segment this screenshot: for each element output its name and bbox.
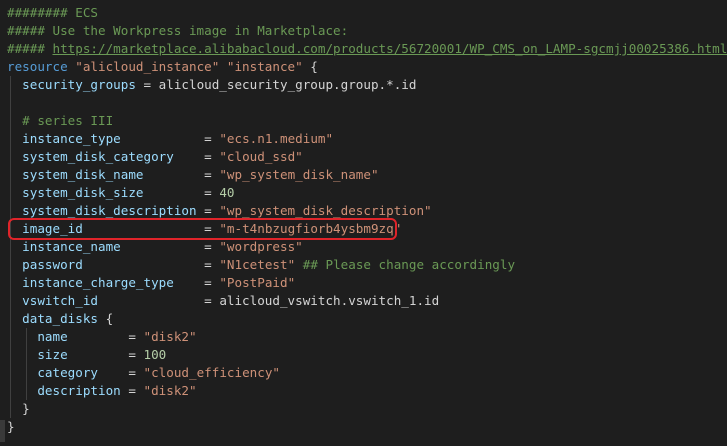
code-line: name = "disk2" bbox=[7, 328, 197, 346]
code-line: vswitch_id = alicloud_vswitch.vswitch_1.… bbox=[7, 292, 439, 310]
code-token-prop: system_disk_category bbox=[22, 149, 174, 164]
code-token-prop: size bbox=[37, 347, 68, 362]
code-token-plain: = bbox=[143, 185, 220, 200]
code-line: size = 100 bbox=[7, 346, 166, 364]
code-line: category = "cloud_efficiency" bbox=[7, 364, 280, 382]
code-line: # series III bbox=[7, 112, 113, 130]
code-token-prop: instance_name bbox=[22, 239, 121, 254]
code-line: resource "alicloud_instance" "instance" … bbox=[7, 58, 318, 76]
code-editor[interactable]: ######## ECS ##### Use the Workpress imag… bbox=[0, 0, 727, 446]
indent-guide-data-disks bbox=[26, 328, 27, 400]
code-token-plain: = bbox=[67, 347, 144, 362]
code-token-plain: = alicloud_vswitch.vswitch_1.id bbox=[98, 293, 440, 308]
code-token-plain: { bbox=[302, 59, 318, 74]
code-token-plain: } bbox=[7, 419, 15, 434]
code-token-prop: system_disk_size bbox=[22, 185, 144, 200]
code-line: ######## ECS bbox=[7, 4, 98, 22]
code-token-prop: name bbox=[37, 329, 68, 344]
code-token-plain: = bbox=[120, 239, 220, 254]
code-token-prop: description bbox=[37, 383, 121, 398]
gutter-marker bbox=[0, 420, 5, 442]
code-line: data_disks { bbox=[7, 310, 113, 328]
code-token-string: "disk2" bbox=[143, 329, 197, 344]
code-token-prop: password bbox=[22, 257, 83, 272]
code-token-plain: = alicloud_security_group.group.*.id bbox=[135, 77, 417, 92]
code-token-plain: = bbox=[173, 275, 220, 290]
code-token-string: "disk2" bbox=[143, 383, 197, 398]
code-token-prop: security_groups bbox=[22, 77, 136, 92]
code-token-prop: system_disk_description bbox=[22, 203, 197, 218]
code-token-plain: = bbox=[143, 167, 220, 182]
code-token-comment: ## Please change accordingly bbox=[295, 257, 516, 272]
code-token-plain: = bbox=[173, 149, 220, 164]
code-line: security_groups = alicloud_security_grou… bbox=[7, 76, 416, 94]
code-line: ##### https://marketplace.alibabacloud.c… bbox=[7, 40, 727, 58]
code-token-prop: vswitch_id bbox=[22, 293, 98, 308]
image-id-highlight-box bbox=[8, 218, 397, 240]
code-token-prop: instance_charge_type bbox=[22, 275, 174, 290]
code-token-string: "cloud_efficiency" bbox=[143, 365, 280, 380]
code-token-prop: system_disk_name bbox=[22, 167, 144, 182]
code-line: password = "N1cetest" ## Please change a… bbox=[7, 256, 515, 274]
code-token-prop: category bbox=[37, 365, 99, 380]
code-token-comment: # series III bbox=[7, 113, 114, 128]
code-line: instance_name = "wordpress" bbox=[7, 238, 303, 256]
code-token-plain: = bbox=[67, 329, 144, 344]
code-token-string: "ecs.n1.medium" bbox=[219, 131, 334, 146]
code-token-link[interactable]: https://marketplace.alibabacloud.com/pro… bbox=[53, 41, 727, 56]
code-token-string: "wp_system_disk_name" bbox=[219, 167, 379, 182]
code-token-comment: ##### Use the Workpress image in Marketp… bbox=[7, 23, 349, 38]
code-token-string: "N1cetest" bbox=[219, 257, 296, 272]
code-token-string: "cloud_ssd" bbox=[219, 149, 303, 164]
indent-guide-resource bbox=[10, 76, 11, 418]
code-token-string: "wp_system_disk_description" bbox=[219, 203, 432, 218]
code-token-comment: ######## ECS bbox=[7, 5, 98, 20]
code-token-plain: = bbox=[82, 257, 220, 272]
code-line: system_disk_category = "cloud_ssd" bbox=[7, 148, 303, 166]
code-token-plain: { bbox=[98, 311, 114, 326]
code-token-plain: = bbox=[120, 383, 144, 398]
code-token-plain: = bbox=[120, 131, 220, 146]
code-token-number: 100 bbox=[143, 347, 167, 362]
code-line: ##### Use the Workpress image in Marketp… bbox=[7, 22, 348, 40]
code-line: instance_type = "ecs.n1.medium" bbox=[7, 130, 333, 148]
code-line: } bbox=[7, 418, 15, 436]
code-line: instance_charge_type = "PostPaid" bbox=[7, 274, 295, 292]
code-token-prop: instance_type bbox=[22, 131, 121, 146]
code-token-comment: ##### bbox=[7, 41, 53, 56]
code-line: description = "disk2" bbox=[7, 382, 197, 400]
code-token-plain: = bbox=[98, 365, 144, 380]
code-token-string: "alicloud_instance" "instance" bbox=[75, 59, 303, 74]
code-line: system_disk_size = 40 bbox=[7, 184, 235, 202]
code-line: system_disk_name = "wp_system_disk_name" bbox=[7, 166, 379, 184]
code-token-prop: data_disks bbox=[22, 311, 98, 326]
code-token-plain: = bbox=[196, 203, 220, 218]
code-token-string: "PostPaid" bbox=[219, 275, 296, 290]
code-token-string: "wordpress" bbox=[219, 239, 303, 254]
code-token-number: 40 bbox=[219, 185, 235, 200]
code-token-keyword: resource bbox=[7, 59, 76, 74]
